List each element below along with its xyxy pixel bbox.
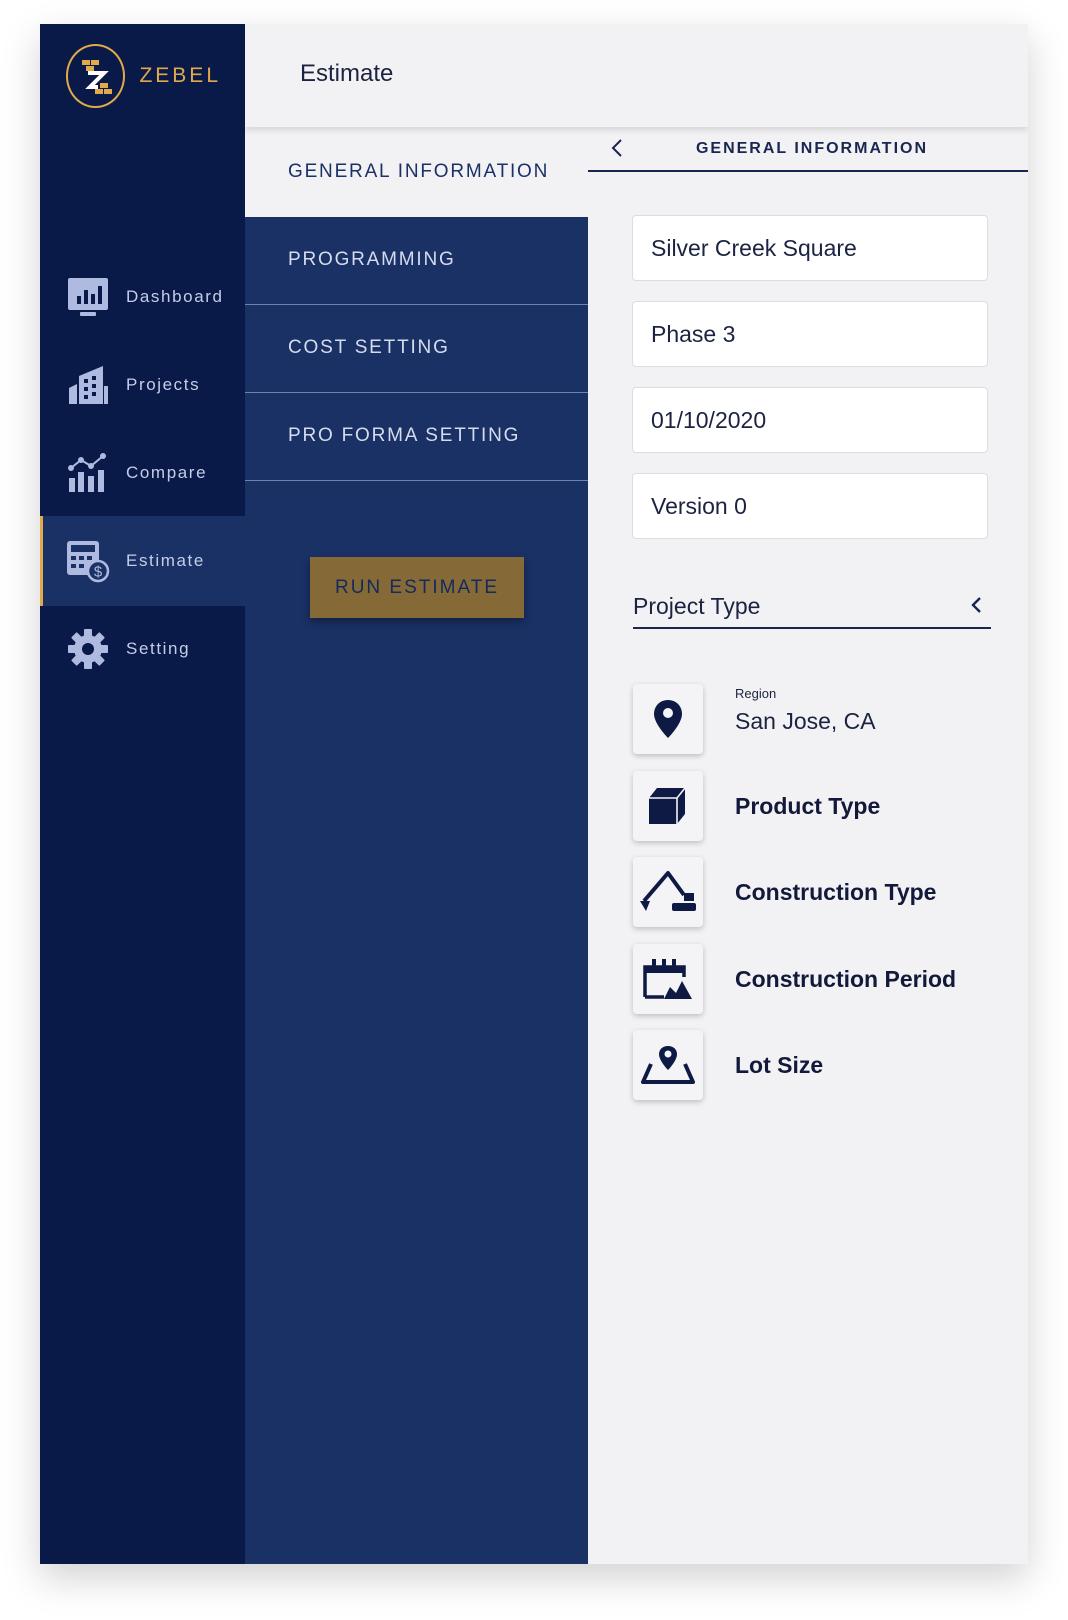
construction-type-item[interactable]: Construction Type [633,857,1003,927]
brand-logo[interactable]: ZEBEL [66,42,221,110]
project-type-toggle[interactable]: Project Type [633,587,991,629]
phase-field[interactable] [632,301,988,367]
sidebar-item-setting[interactable]: Setting [40,604,245,694]
top-bar: Estimate [245,24,1028,127]
estimate-menu-panel: GENERAL INFORMATION PROGRAMMING COST SET… [245,127,588,1564]
excavator-icon [633,857,703,927]
chevron-left-icon [969,595,985,615]
project-type-label: Project Type [633,593,761,619]
gear-icon [66,627,110,671]
building-icon [66,363,110,407]
region-item[interactable]: Region San Jose, CA [633,684,1003,754]
location-pin-icon [633,684,703,754]
product-type-item[interactable]: Product Type [633,771,1003,841]
version-field[interactable] [632,473,988,539]
lot-size-label: Lot Size [735,1052,824,1078]
calculator-dollar-icon: $ [66,539,110,583]
sidebar-item-estimate[interactable]: $ Estimate [40,516,245,606]
lot-size-item[interactable]: Lot Size [633,1030,1003,1100]
brand-name: ZEBEL [139,64,221,87]
general-information-panel: GENERAL INFORMATION Project Type Region [588,127,1028,1564]
map-pin-area-icon [633,1030,703,1100]
sidebar-item-dashboard[interactable]: Dashboard [40,252,245,342]
menu-item-cost-setting[interactable]: COST SETTING [245,303,588,393]
sidebar-item-label: Projects [126,375,201,394]
project-name-field[interactable] [632,215,988,281]
sidebar-item-label: Setting [126,639,191,658]
sidebar-item-label: Compare [126,463,208,482]
sidebar-item-compare[interactable]: Compare [40,428,245,518]
construction-period-item[interactable]: Construction Period [633,944,1003,1014]
panel-header: GENERAL INFORMATION [588,127,1028,172]
sidebar-item-label: Estimate [126,551,205,570]
menu-item-general-information[interactable]: GENERAL INFORMATION [245,127,588,217]
sidebar-item-label: Dashboard [126,287,224,306]
panel-title: GENERAL INFORMATION [695,140,929,157]
page-title: Estimate [300,60,394,87]
construction-type-label: Construction Type [735,879,937,905]
dashboard-icon [66,275,110,319]
menu-item-programming[interactable]: PROGRAMMING [245,215,588,305]
product-type-label: Product Type [735,793,881,819]
menu-item-pro-forma-setting[interactable]: PRO FORMA SETTING [245,391,588,481]
run-estimate-button[interactable]: RUN ESTIMATE [310,557,524,618]
date-field[interactable] [632,387,988,453]
sidebar: ZEBEL Dashboard Projects Compare $ Estim… [40,24,245,1564]
construction-period-label: Construction Period [735,966,957,992]
svg-text:$: $ [94,564,103,581]
region-value: San Jose, CA [735,708,876,734]
sidebar-item-projects[interactable]: Projects [40,340,245,430]
region-label: Region [735,686,777,701]
compare-chart-icon [66,451,110,495]
logo-mark-icon [66,44,126,108]
app-window: ZEBEL Dashboard Projects Compare $ Estim… [40,24,1028,1564]
construction-calendar-icon [633,944,703,1014]
cube-icon [633,771,703,841]
